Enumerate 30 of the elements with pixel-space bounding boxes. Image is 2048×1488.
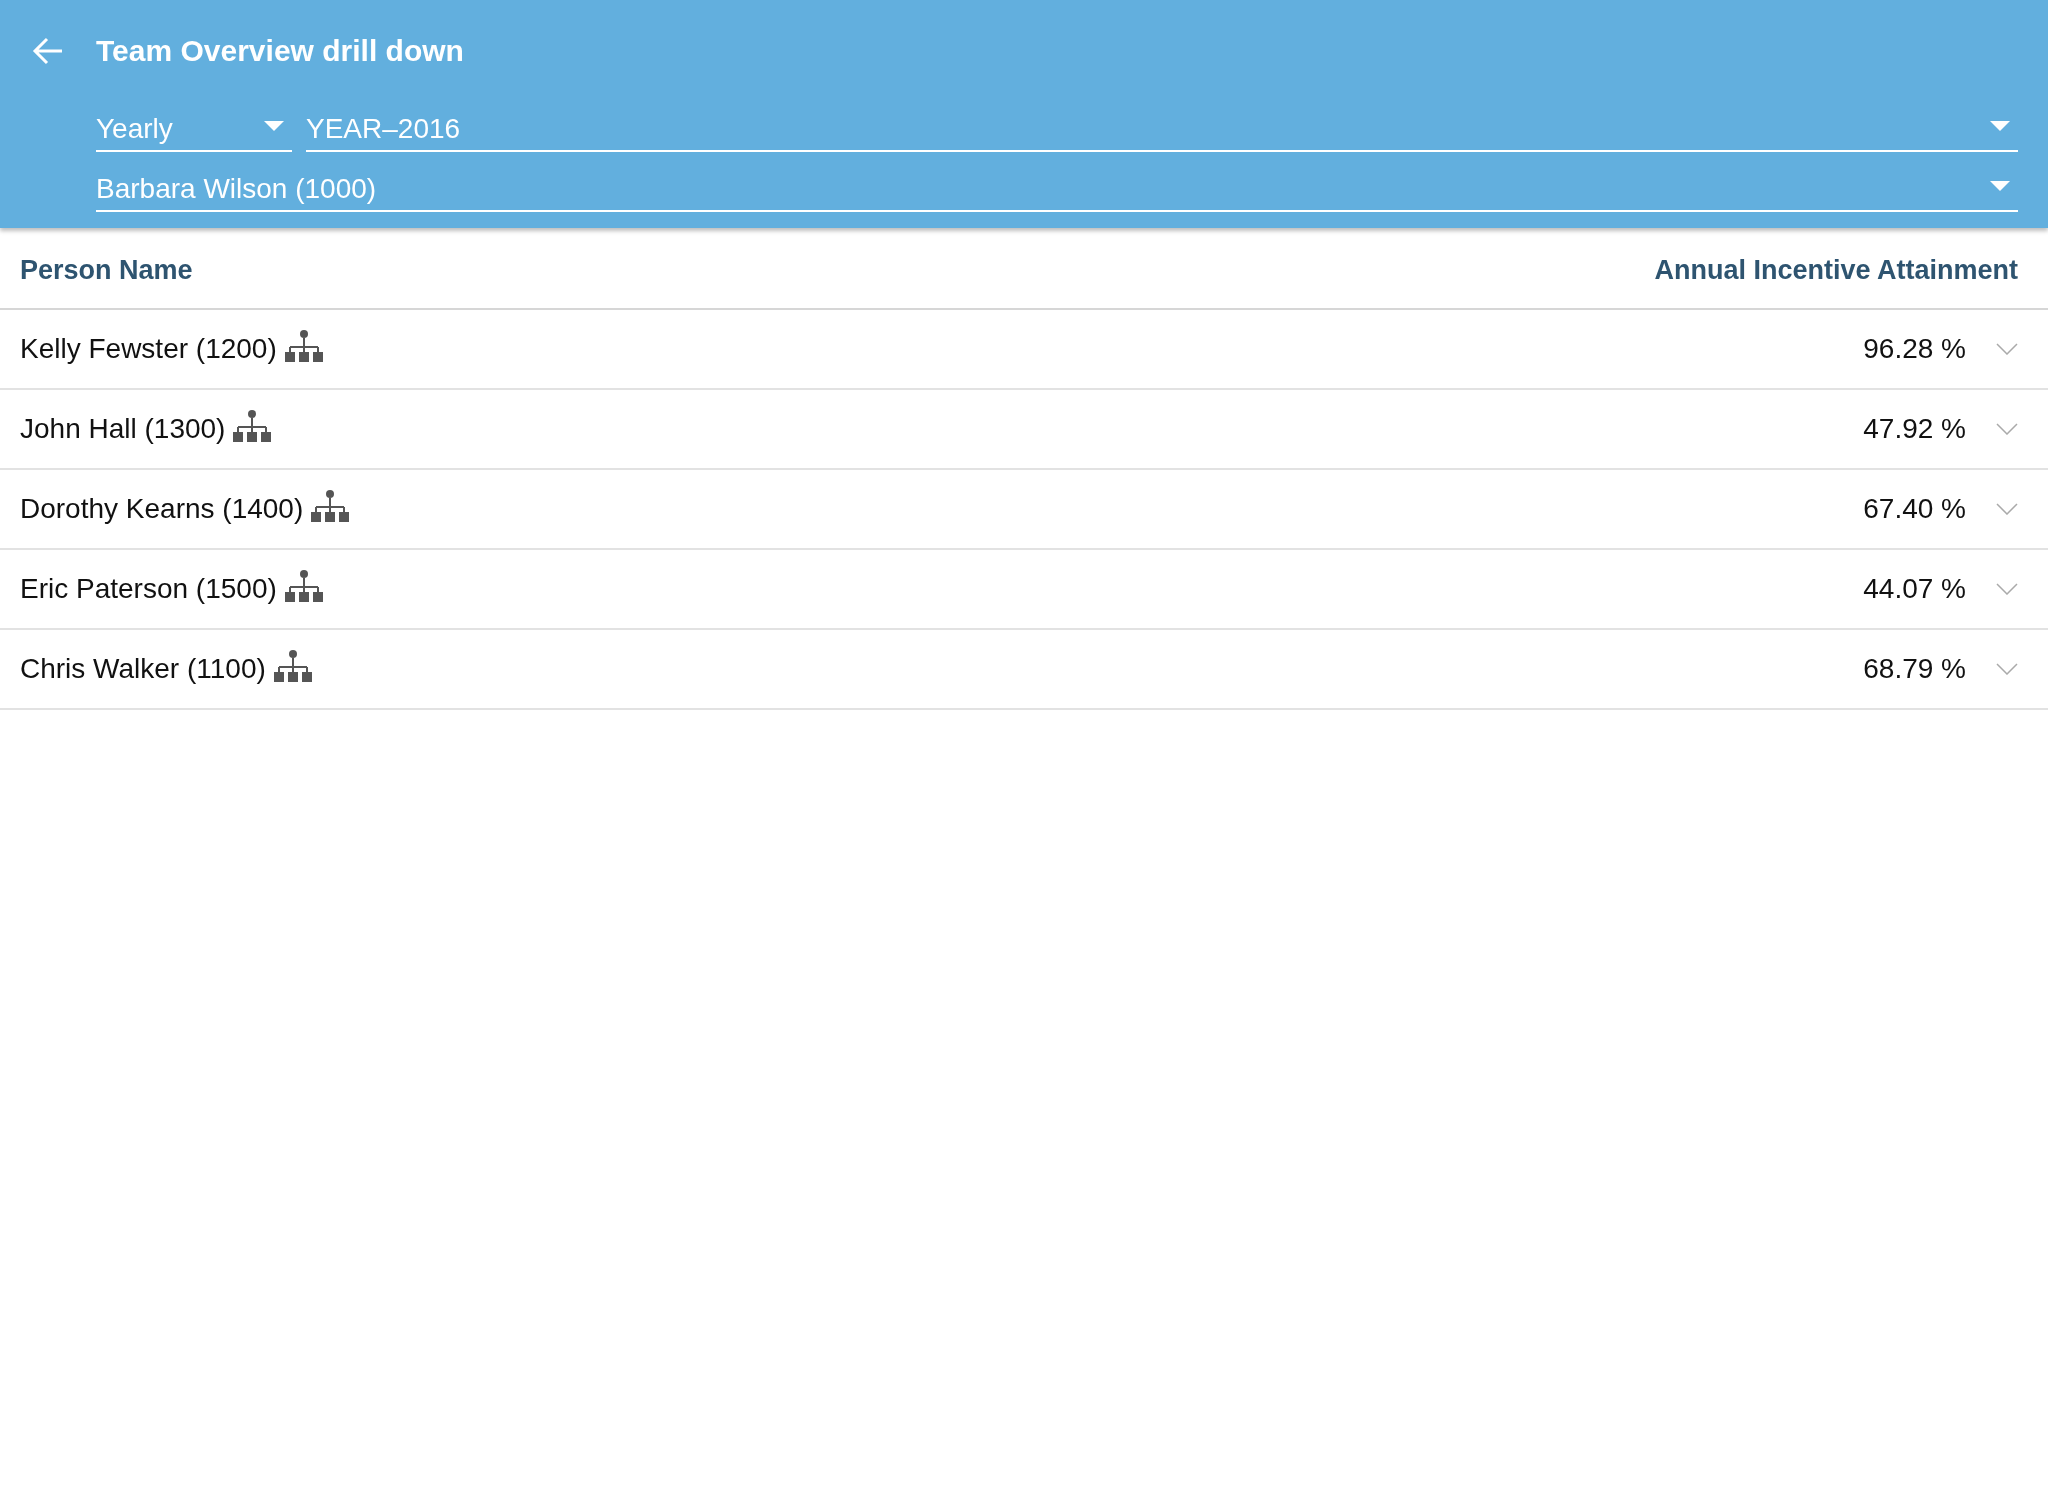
person-name: Dorothy Kearns (1400) (20, 493, 304, 525)
chevron-down-icon[interactable] (1996, 343, 2018, 355)
person-name: Kelly Fewster (1200) (20, 333, 277, 365)
chevron-down-icon[interactable] (1996, 663, 2018, 675)
attainment-value: 67.40 % (1863, 493, 1966, 525)
chevron-down-icon[interactable] (1996, 583, 2018, 595)
back-arrow-icon[interactable] (32, 37, 64, 65)
person-name: Chris Walker (1100) (20, 653, 266, 685)
attainment-value: 96.28 % (1863, 333, 1966, 365)
dropdown-caret-icon[interactable] (264, 121, 284, 131)
org-chart-icon[interactable] (284, 330, 323, 362)
person-dropdown[interactable]: Barbara Wilson (1000) (96, 162, 2018, 212)
chevron-down-icon[interactable] (1996, 503, 2018, 515)
attainment-value: 44.07 % (1863, 573, 1966, 605)
attainment-value: 47.92 % (1863, 413, 1966, 445)
person-name: Eric Paterson (1500) (20, 573, 277, 605)
dropdown-caret-icon[interactable] (1990, 181, 2010, 191)
period-dropdown[interactable]: YEAR–2016 (306, 102, 2018, 152)
chevron-down-icon[interactable] (1996, 423, 2018, 435)
dropdown-caret-icon[interactable] (1990, 121, 2010, 131)
column-header: Person Name (20, 254, 193, 286)
org-chart-icon[interactable] (273, 650, 312, 682)
org-chart-icon[interactable] (311, 490, 350, 522)
period-type-dropdown[interactable]: Yearly (96, 102, 292, 152)
org-chart-icon[interactable] (233, 410, 272, 442)
page-title: Team Overview drill down (96, 34, 464, 68)
org-chart-icon[interactable] (284, 570, 323, 602)
column-header: Annual Incentive Attainment (1654, 254, 2018, 286)
person-name: John Hall (1300) (20, 413, 226, 445)
attainment-value: 68.79 % (1863, 653, 1966, 685)
